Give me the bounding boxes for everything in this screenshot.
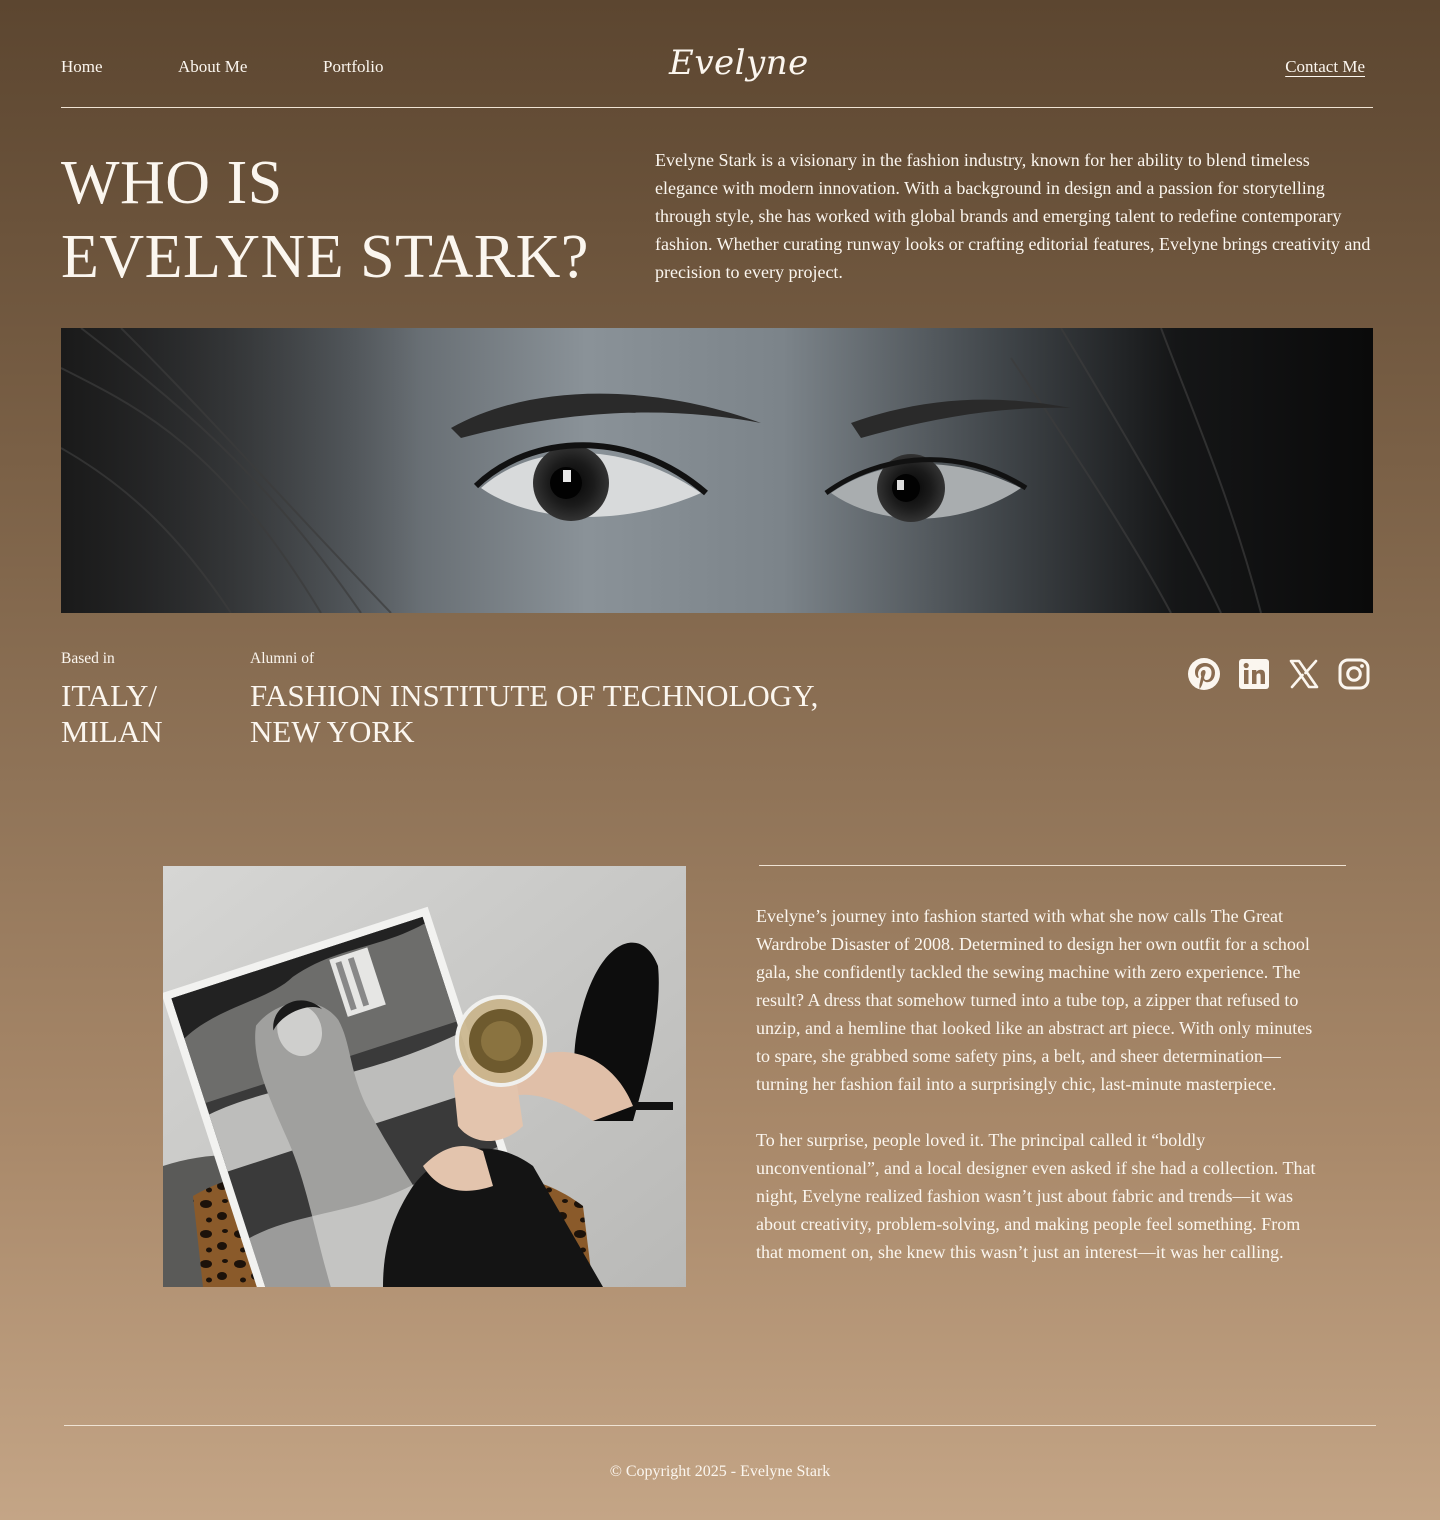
story-paragraph-2: To her surprise, people loved it. The pr… [756, 1130, 1316, 1262]
x-icon[interactable] [1287, 657, 1321, 691]
instagram-icon[interactable] [1337, 657, 1371, 691]
top-nav: Home About Me Portfolio Evelyne Contact … [61, 0, 1373, 108]
nav-contact-link[interactable]: Contact Me [1285, 57, 1365, 77]
page-title-line2: EVELYNE STARK? [61, 223, 589, 291]
footer-copyright: © Copyright 2025 - Evelyne Stark [609, 1463, 831, 1480]
linkedin-icon[interactable] [1237, 657, 1271, 691]
alumni-line1: FASHION INSTITUTE OF TECHNOLOGY, [250, 678, 819, 713]
story-text: Evelyne’s journey into fashion started w… [756, 902, 1316, 1294]
based-in-value: ITALY/ MILAN [61, 678, 163, 750]
story-divider [759, 865, 1346, 866]
nav-about-link[interactable]: About Me [178, 57, 247, 77]
based-in-label: Based in [61, 650, 115, 667]
page-title: WHO IS EVELYNE STARK? [61, 146, 589, 294]
story-paragraph-1: Evelyne’s journey into fashion started w… [756, 906, 1313, 1094]
based-in-line1: ITALY/ [61, 678, 157, 713]
footer-divider [64, 1425, 1376, 1426]
based-in-line2: MILAN [61, 714, 163, 749]
site-logo[interactable]: Evelyne [669, 43, 809, 83]
hero-bio: Evelyne Stark is a visionary in the fash… [655, 150, 1371, 282]
page-title-line1: WHO IS [61, 149, 283, 217]
nav-portfolio-link[interactable]: Portfolio [323, 57, 383, 77]
magazine-photo [163, 866, 686, 1287]
hero-eyes-image [61, 328, 1373, 613]
alumni-label: Alumni of [250, 650, 315, 667]
alumni-line2: NEW YORK [250, 714, 415, 749]
header-divider [61, 107, 1373, 108]
nav-home-link[interactable]: Home [61, 57, 103, 77]
alumni-value: FASHION INSTITUTE OF TECHNOLOGY, NEW YOR… [250, 678, 818, 750]
pinterest-icon[interactable] [1187, 657, 1221, 691]
